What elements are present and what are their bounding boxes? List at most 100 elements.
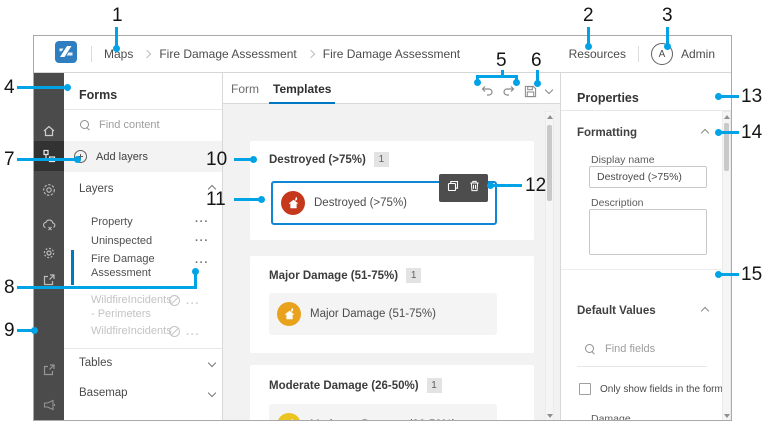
destroyed-house-fire-icon — [281, 191, 305, 215]
layers-header-label: Layers — [79, 183, 114, 195]
callout-14: 14 — [741, 122, 763, 143]
expand-rail-icon[interactable] — [34, 417, 64, 420]
properties-panel: Properties Formatting Display name Descr… — [561, 73, 731, 421]
major-damage-house-fire-icon — [277, 302, 301, 326]
layer-name: WildfireIncidents - Perimeters — [91, 294, 172, 320]
layer-row-wildfire-incidents[interactable]: WildfireIncidents ··· — [91, 324, 209, 341]
breadcrumb-map-name[interactable]: Fire Damage Assessment — [159, 47, 296, 61]
settings-gear-icon[interactable] — [34, 238, 64, 268]
layer-name: Property — [91, 216, 133, 228]
template-group-title: Moderate Damage (26-50%) — [269, 379, 419, 392]
layer-row-uninspected[interactable]: Uninspected ··· — [91, 234, 209, 248]
selected-layer-indicator — [71, 250, 74, 285]
find-fields-input[interactable] — [605, 343, 700, 355]
duplicate-icon[interactable] — [447, 179, 459, 197]
template-count-badge: 1 — [426, 378, 442, 393]
template-hover-toolbar — [439, 174, 488, 202]
basemap-section-header[interactable]: Basemap — [79, 387, 217, 399]
damage-field-label: Damage — [591, 413, 631, 421]
display-name-input[interactable] — [589, 166, 707, 188]
template-group-major: Major Damage (51-75%) 1 Major Damage (51… — [250, 256, 534, 353]
description-label: Description — [591, 197, 644, 209]
templates-scrollbar[interactable] — [545, 111, 554, 420]
layer-menu-icon[interactable]: ··· — [195, 258, 209, 269]
layer-menu-icon[interactable]: ··· — [195, 217, 209, 228]
callout-2: 2 — [583, 5, 594, 26]
geofence-icon[interactable] — [34, 175, 64, 205]
default-values-header-label: Default Values — [577, 305, 656, 317]
template-item-label: Moderate Damage (26-50%) — [310, 419, 456, 420]
offline-cloud-icon[interactable] — [34, 209, 64, 239]
open-in-new-icon[interactable] — [34, 355, 64, 385]
template-item-moderate[interactable]: Moderate Damage (26-50%) — [269, 404, 497, 420]
tab-form[interactable]: Form — [231, 73, 259, 104]
callout-12: 12 — [525, 175, 547, 196]
layer-row-property[interactable]: Property ··· — [91, 215, 209, 229]
template-count-badge: 1 — [406, 268, 422, 283]
find-content-input[interactable] — [99, 119, 199, 131]
layer-menu-icon[interactable]: ··· — [186, 330, 200, 341]
forms-panel-title: Forms — [79, 88, 118, 102]
breadcrumb-page: Fire Damage Assessment — [322, 47, 461, 61]
collapse-icon — [700, 128, 710, 138]
formatting-section-header[interactable]: Formatting — [577, 127, 710, 139]
template-group-title: Destroyed (>75%) — [269, 153, 366, 166]
layer-row-fire-damage-assessment[interactable]: Fire Damage Assessment ··· — [91, 252, 209, 280]
layer-row-wildfire-perimeters[interactable]: WildfireIncidents - Perimeters ··· — [91, 293, 209, 321]
save-menu-chevron-icon[interactable] — [541, 83, 557, 99]
templates-scroll-area: Destroyed (>75%) 1 Destroyed (>75%) Majo… — [223, 104, 560, 420]
layers-section-header[interactable]: Layers — [79, 183, 217, 195]
section-divider — [561, 269, 731, 270]
default-values-section-header[interactable]: Default Values — [577, 305, 710, 317]
description-input[interactable] — [589, 209, 707, 255]
expand-icon — [207, 358, 217, 368]
user-name[interactable]: Admin — [681, 47, 715, 61]
tables-section-header[interactable]: Tables — [79, 357, 217, 369]
callout-8: 8 — [4, 277, 15, 298]
top-bar: Maps Fire Damage Assessment Fire Damage … — [34, 36, 731, 73]
feedback-megaphone-icon[interactable] — [34, 390, 64, 420]
callout-7: 7 — [4, 149, 15, 170]
add-layers-button[interactable]: Add layers — [64, 141, 222, 172]
only-show-fields-label: Only show fields in the form — [600, 384, 723, 395]
callout-10: 10 — [206, 149, 228, 170]
properties-scrollbar[interactable] — [722, 111, 731, 420]
callout-4: 4 — [4, 77, 15, 98]
layer-menu-icon[interactable]: ··· — [195, 236, 209, 247]
properties-title: Properties — [577, 91, 639, 105]
not-visible-icon — [169, 295, 180, 306]
callout-9: 9 — [4, 320, 15, 341]
topbar-divider — [91, 46, 92, 62]
left-icon-rail — [34, 73, 64, 420]
only-show-fields-checkbox[interactable] — [579, 383, 591, 395]
divider — [561, 110, 731, 111]
callout-6: 6 — [531, 50, 542, 71]
add-layers-label: Add layers — [96, 150, 148, 163]
breadcrumb-chevron-icon — [143, 49, 152, 59]
callout-15: 15 — [741, 264, 763, 285]
delete-trash-icon[interactable] — [469, 179, 480, 197]
app-window: Maps Fire Damage Assessment Fire Damage … — [33, 35, 732, 421]
formatting-header-label: Formatting — [577, 127, 638, 139]
divider — [64, 348, 222, 349]
forms-builder-icon[interactable] — [34, 141, 64, 171]
template-count-badge: 1 — [373, 152, 389, 167]
template-group-title: Major Damage (51-75%) — [269, 269, 399, 282]
template-item-major[interactable]: Major Damage (51-75%) — [269, 293, 497, 335]
basemap-header-label: Basemap — [79, 387, 128, 399]
tab-templates[interactable]: Templates — [273, 73, 331, 104]
layer-menu-icon[interactable]: ··· — [186, 299, 200, 310]
undo-icon[interactable] — [479, 83, 495, 99]
app-logo-icon[interactable] — [54, 40, 78, 69]
topbar-divider — [637, 46, 639, 62]
template-item-label: Destroyed (>75%) — [314, 197, 407, 209]
layer-name: WildfireIncidents — [91, 325, 172, 337]
divider — [64, 109, 222, 110]
share-icon[interactable] — [34, 265, 64, 295]
moderate-damage-house-fire-icon — [277, 413, 301, 420]
resources-link[interactable]: Resources — [569, 47, 626, 61]
expand-icon — [207, 388, 217, 398]
screenshot-canvas: Maps Fire Damage Assessment Fire Damage … — [0, 0, 773, 423]
callout-3: 3 — [662, 5, 673, 26]
layer-name: Fire Damage Assessment — [91, 253, 155, 279]
